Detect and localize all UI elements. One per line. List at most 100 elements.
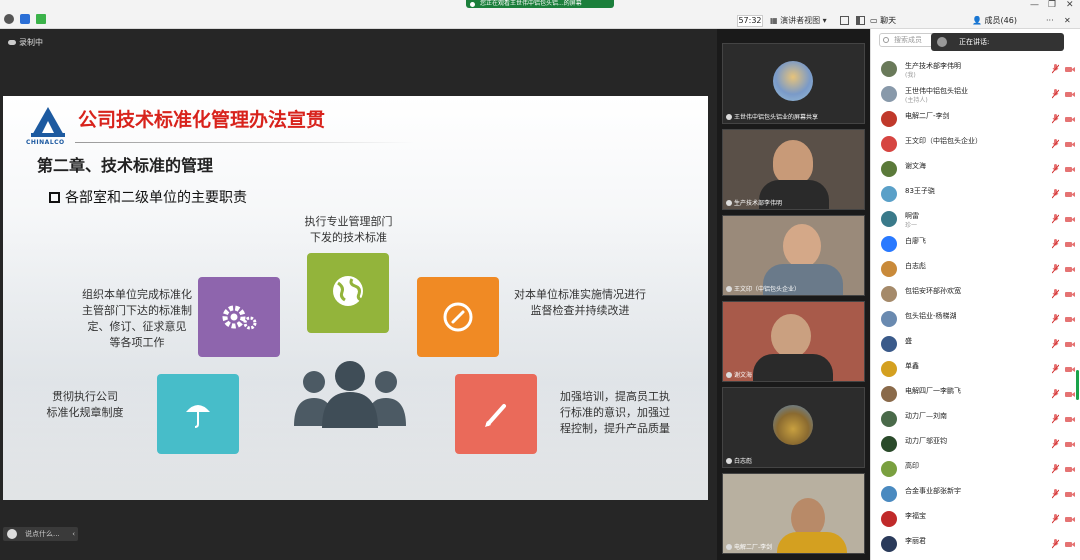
mic-off-icon[interactable] [1052,189,1059,199]
mic-off-icon[interactable] [1052,214,1059,224]
mic-off-icon[interactable] [1052,389,1059,399]
caption-bottom-left-line-1: 贯彻执行公司 [52,390,118,403]
camera-off-icon[interactable] [1065,541,1075,548]
camera-off-icon[interactable] [1065,116,1075,123]
video-tile-3[interactable]: 王文印（中铝包头企业） [722,215,865,296]
member-row[interactable]: 电解四厂一李鹏飞 [871,382,1080,407]
video-tile-1[interactable]: 王世伟中铝包头铝业的屏幕共享 [722,43,865,124]
member-row[interactable]: 李福宝 [871,507,1080,532]
video-tile-6[interactable]: 电解二厂-李剑 [722,473,865,554]
mic-off-icon[interactable] [1052,414,1059,424]
minimize-icon[interactable]: — [1030,0,1039,10]
presentation-slide: CHINALCO 公司技术标准化管理办法宣贯 第二章、技术标准的管理 各部室和二… [3,96,708,500]
mic-off-icon[interactable] [1052,64,1059,74]
more-button[interactable]: ··· [1046,14,1054,28]
member-row[interactable]: 包头铝业-杨梯湖 [871,307,1080,332]
tab-members[interactable]: 👤 成员(46) [972,14,1017,28]
camera-off-icon[interactable] [1065,291,1075,298]
member-row[interactable]: 王文印（中铝包头企业） [871,132,1080,157]
mic-off-icon[interactable] [1052,89,1059,99]
tab-chat[interactable]: ▭ 聊天 [870,14,896,28]
member-row[interactable]: 电解二厂-李剑 [871,107,1080,132]
mic-off-icon[interactable] [1052,489,1059,499]
mic-off-icon[interactable] [1052,114,1059,124]
view-switch-button[interactable]: ▦ 演讲者视图 ▾ [770,14,827,28]
close-panel-icon[interactable]: ✕ [1064,14,1071,28]
camera-off-icon[interactable] [1065,66,1075,73]
camera-off-icon[interactable] [1065,316,1075,323]
mic-off-icon[interactable] [1052,314,1059,324]
caption-bottom-right-line-3: 程控制，提升产品质量 [560,422,670,435]
member-avatar [881,461,897,477]
fullscreen-icon[interactable] [840,16,849,25]
user-icon [726,372,732,378]
sidebar-toggle-icon[interactable] [856,16,865,25]
mic-off-icon[interactable] [1052,339,1059,349]
member-row[interactable]: 白志彪 [871,257,1080,282]
member-row[interactable]: 李丽君 [871,532,1080,557]
emoji-icon[interactable] [7,529,17,539]
caption-top-line-2: 下发的技术标准 [310,231,387,244]
camera-off-icon[interactable] [1065,91,1075,98]
camera-off-icon[interactable] [1065,516,1075,523]
camera-off-icon[interactable] [1065,266,1075,273]
camera-off-icon[interactable] [1065,216,1075,223]
camera-off-icon[interactable] [1065,391,1075,398]
camera-off-icon[interactable] [1065,191,1075,198]
caption-top-line-1: 执行专业管理部门 [304,215,393,228]
member-name: 谢文海 [905,162,926,170]
tile-umbrella [157,374,239,454]
video-person [783,224,821,268]
member-row[interactable]: 盛 [871,332,1080,357]
camera-off-icon[interactable] [1065,366,1075,373]
camera-off-icon[interactable] [1065,491,1075,498]
camera-off-icon[interactable] [1065,466,1075,473]
member-name: 李福宝 [905,512,926,520]
member-row[interactable]: 高印 [871,457,1080,482]
member-row[interactable]: 动力厂邬亚钧 [871,432,1080,457]
restore-icon[interactable]: ❐ [1048,0,1056,10]
mic-off-icon[interactable] [1052,364,1059,374]
mic-off-icon[interactable] [1052,239,1059,249]
member-row[interactable]: 合金事业部张新宇 [871,482,1080,507]
camera-off-icon[interactable] [1065,166,1075,173]
video-tile-4[interactable]: 谢文海 [722,301,865,382]
video-strip: 王世伟中铝包头铝业的屏幕共享 生产技术部李伟明 王文印（中铝包头企业） 谢文海 … [717,29,870,560]
collapse-chevron-icon[interactable]: ‹ [72,527,75,541]
mic-off-icon[interactable] [1052,539,1059,549]
chat-input-bar[interactable]: 说点什么... ‹ [3,527,78,541]
camera-off-icon[interactable] [1065,416,1075,423]
member-row[interactable]: 动力厂—刘南 [871,407,1080,432]
mic-off-icon[interactable] [1052,164,1059,174]
mic-off-icon[interactable] [1052,289,1059,299]
member-row[interactable]: 包铝安环部孙欢宽 [871,282,1080,307]
mic-off-icon[interactable] [1052,264,1059,274]
shield-icon[interactable] [20,14,30,24]
member-row[interactable]: 生产技术部李伟明 (我) [871,57,1080,82]
caption-left-line-3: 定、修订、征求意见 [87,320,187,333]
mic-off-icon[interactable] [1052,514,1059,524]
share-banner[interactable]: 您正在观看王世伟中铝包头铝...的屏幕 [466,0,614,8]
compass-icon [443,302,473,332]
mic-off-icon[interactable] [1052,464,1059,474]
signal-icon[interactable] [36,14,46,24]
member-row[interactable]: 83王子骁 [871,182,1080,207]
member-row[interactable]: 啊雷 珍一 [871,207,1080,232]
title-divider [75,142,415,143]
member-row[interactable]: 谢文海 [871,157,1080,182]
camera-off-icon[interactable] [1065,441,1075,448]
member-row[interactable]: 单鑫 [871,357,1080,382]
close-icon[interactable]: ✕ [1066,0,1074,10]
camera-off-icon[interactable] [1065,341,1075,348]
member-row[interactable]: 王世伟中铝包头铝业 (主持人) [871,82,1080,107]
mic-off-icon[interactable] [1052,439,1059,449]
video-tile-5[interactable]: 白志彪 [722,387,865,468]
info-icon[interactable] [4,14,14,24]
video-tile-2[interactable]: 生产技术部李伟明 [722,129,865,210]
member-row[interactable]: 白廖飞 [871,232,1080,257]
scrollbar[interactable] [1076,370,1079,400]
mic-off-icon[interactable] [1052,139,1059,149]
member-avatar [881,236,897,252]
camera-off-icon[interactable] [1065,241,1075,248]
camera-off-icon[interactable] [1065,141,1075,148]
